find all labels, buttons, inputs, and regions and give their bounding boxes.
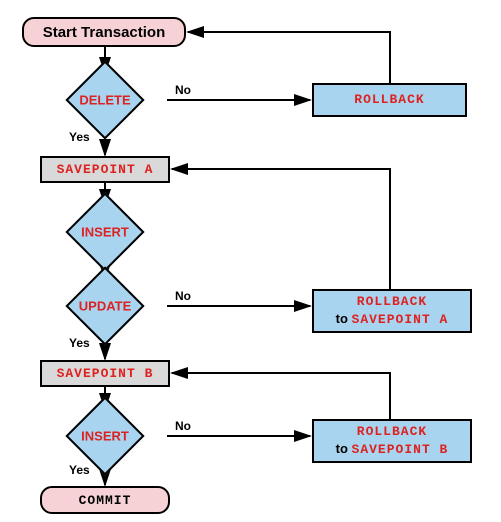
node-rollback-savepoint-b: ROLLBACK to SAVEPOINT B: [312, 419, 472, 463]
rollback-a-line1: ROLLBACK: [357, 294, 427, 310]
node-rollback-savepoint-a: ROLLBACK to SAVEPOINT A: [312, 289, 472, 333]
rollback-a-line2: to SAVEPOINT A: [336, 311, 449, 328]
label-insert2-no: No: [175, 419, 191, 433]
commit-label: COMMIT: [79, 493, 132, 508]
rollback-label: ROLLBACK: [354, 92, 424, 108]
rollback-b-line2: to SAVEPOINT B: [336, 441, 449, 458]
node-start-transaction: Start Transaction: [22, 17, 186, 47]
label-insert2-yes: Yes: [69, 463, 90, 477]
label-delete-yes: Yes: [69, 130, 90, 144]
node-commit: COMMIT: [40, 486, 170, 514]
node-savepoint-b: SAVEPOINT B: [40, 360, 170, 387]
rollback-b-line1: ROLLBACK: [357, 424, 427, 440]
savepoint-b-label: SAVEPOINT B: [57, 366, 154, 381]
node-savepoint-a: SAVEPOINT A: [40, 156, 170, 183]
label-update-yes: Yes: [69, 336, 90, 350]
label-update-no: No: [175, 289, 191, 303]
node-rollback: ROLLBACK: [312, 83, 467, 117]
savepoint-a-label: SAVEPOINT A: [57, 162, 154, 177]
label-delete-no: No: [175, 83, 191, 97]
